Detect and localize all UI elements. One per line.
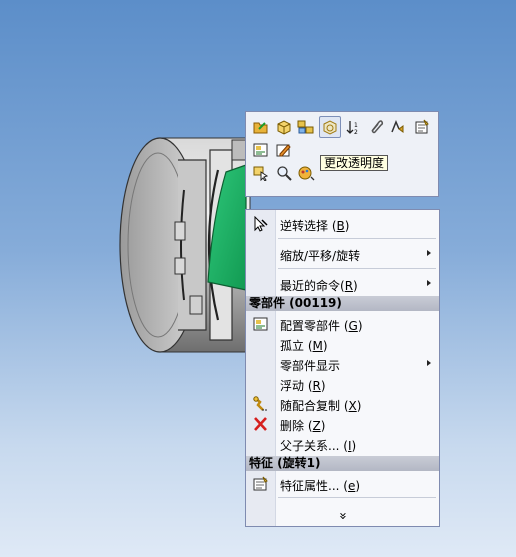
submenu-arrow-icon bbox=[427, 250, 431, 256]
configure-component-close: ) bbox=[357, 319, 363, 333]
submenu-arrow-icon bbox=[427, 280, 431, 286]
recent-commands-label: 最近的命令( bbox=[280, 279, 345, 293]
invert-selection-label: 逆转选择 ( bbox=[280, 219, 337, 233]
invert-selection-key: B bbox=[336, 219, 345, 233]
menu-item-component-display[interactable]: 零部件显示 bbox=[246, 354, 439, 374]
submenu-arrow-icon bbox=[427, 360, 431, 366]
float-label: 浮动 ( bbox=[280, 379, 313, 393]
configure-component-label: 配置零部件 ( bbox=[280, 319, 349, 333]
sort-icon[interactable]: 12 bbox=[344, 117, 364, 137]
mates-icon[interactable] bbox=[388, 117, 408, 137]
isolate-close: ) bbox=[322, 339, 328, 353]
context-menu: 逆转选择 (B) 缩放/平移/旋转 最近的命令(R) 零部件 (00119) 配… bbox=[245, 209, 440, 527]
menu-separator bbox=[278, 497, 436, 498]
copy-with-mates-label: 随配合复制 ( bbox=[280, 399, 349, 413]
menu-expand-button[interactable]: » bbox=[246, 506, 439, 526]
isolate-key: M bbox=[312, 339, 323, 353]
change-transparency-icon[interactable] bbox=[319, 116, 341, 138]
recent-commands-key: R bbox=[344, 279, 354, 293]
invert-selection-close: ) bbox=[344, 219, 350, 233]
parent-child-close: ) bbox=[351, 439, 357, 453]
delete-x-icon bbox=[254, 417, 267, 431]
appearance-icon[interactable] bbox=[296, 163, 316, 183]
feature-properties-icon bbox=[253, 476, 268, 491]
menu-item-configure-component[interactable]: 配置零部件 (G) bbox=[246, 314, 439, 334]
paperclip-icon[interactable] bbox=[366, 117, 386, 137]
copy-with-mates-close: ) bbox=[356, 399, 362, 413]
open-part-icon[interactable] bbox=[251, 117, 271, 137]
feature-properties-label: 特征属性... ( bbox=[280, 479, 348, 493]
isolate-label: 孤立 ( bbox=[280, 339, 313, 353]
expand-chevron-icon: » bbox=[334, 512, 350, 520]
section-header-feature: 特征 (旋转1) bbox=[246, 456, 439, 471]
select-other-icon[interactable] bbox=[251, 163, 271, 183]
menu-item-recent-commands[interactable]: 最近的命令(R) bbox=[246, 274, 439, 294]
properties-icon[interactable] bbox=[412, 117, 432, 137]
menu-item-parent-child[interactable]: 父子关系... (I) bbox=[246, 434, 439, 454]
component-config-icon[interactable] bbox=[251, 140, 271, 160]
copy-with-mates-key: X bbox=[348, 399, 357, 413]
section-header-part: 零部件 (00119) bbox=[246, 296, 439, 311]
menu-item-invert-selection[interactable]: 逆转选择 (B) bbox=[246, 214, 439, 234]
recent-commands-close: ) bbox=[353, 279, 358, 293]
svg-text:2: 2 bbox=[354, 129, 358, 135]
feature-properties-close: ) bbox=[355, 479, 361, 493]
delete-close: ) bbox=[320, 419, 326, 433]
context-toolbar: 12 bbox=[245, 111, 439, 197]
menu-item-delete[interactable]: 删除 (Z) bbox=[246, 414, 439, 434]
menu-item-zoom-pan-rotate[interactable]: 缩放/平移/旋转 bbox=[246, 244, 439, 264]
delete-key: Z bbox=[312, 419, 321, 433]
menu-item-float[interactable]: 浮动 (R) bbox=[246, 374, 439, 394]
menu-separator bbox=[278, 268, 436, 269]
float-close: ) bbox=[320, 379, 326, 393]
delete-label: 删除 ( bbox=[280, 419, 313, 433]
cursor-arrow-icon bbox=[254, 216, 268, 232]
menu-separator bbox=[278, 238, 436, 239]
menu-item-copy-with-mates[interactable]: 随配合复制 (X) bbox=[246, 394, 439, 414]
parent-child-label: 父子关系... ( bbox=[280, 439, 348, 453]
component-display-label: 零部件显示 bbox=[280, 359, 341, 373]
configure-component-icon bbox=[253, 317, 268, 331]
edit-sketch-icon[interactable] bbox=[274, 140, 294, 160]
edit-part-icon[interactable] bbox=[274, 117, 294, 137]
menu-item-isolate[interactable]: 孤立 (M) bbox=[246, 334, 439, 354]
tooltip: 更改透明度 bbox=[320, 155, 389, 171]
configure-component-key: G bbox=[348, 319, 358, 333]
hide-components-icon[interactable] bbox=[296, 117, 316, 137]
zoom-pan-rotate-label: 缩放/平移/旋转 bbox=[280, 249, 361, 263]
float-key: R bbox=[312, 379, 321, 393]
menu-item-feature-properties[interactable]: 特征属性... (e) bbox=[246, 474, 439, 494]
zoom-to-selection-icon[interactable] bbox=[274, 163, 294, 183]
svg-text:1: 1 bbox=[354, 122, 358, 129]
copy-with-mates-icon bbox=[253, 396, 267, 411]
